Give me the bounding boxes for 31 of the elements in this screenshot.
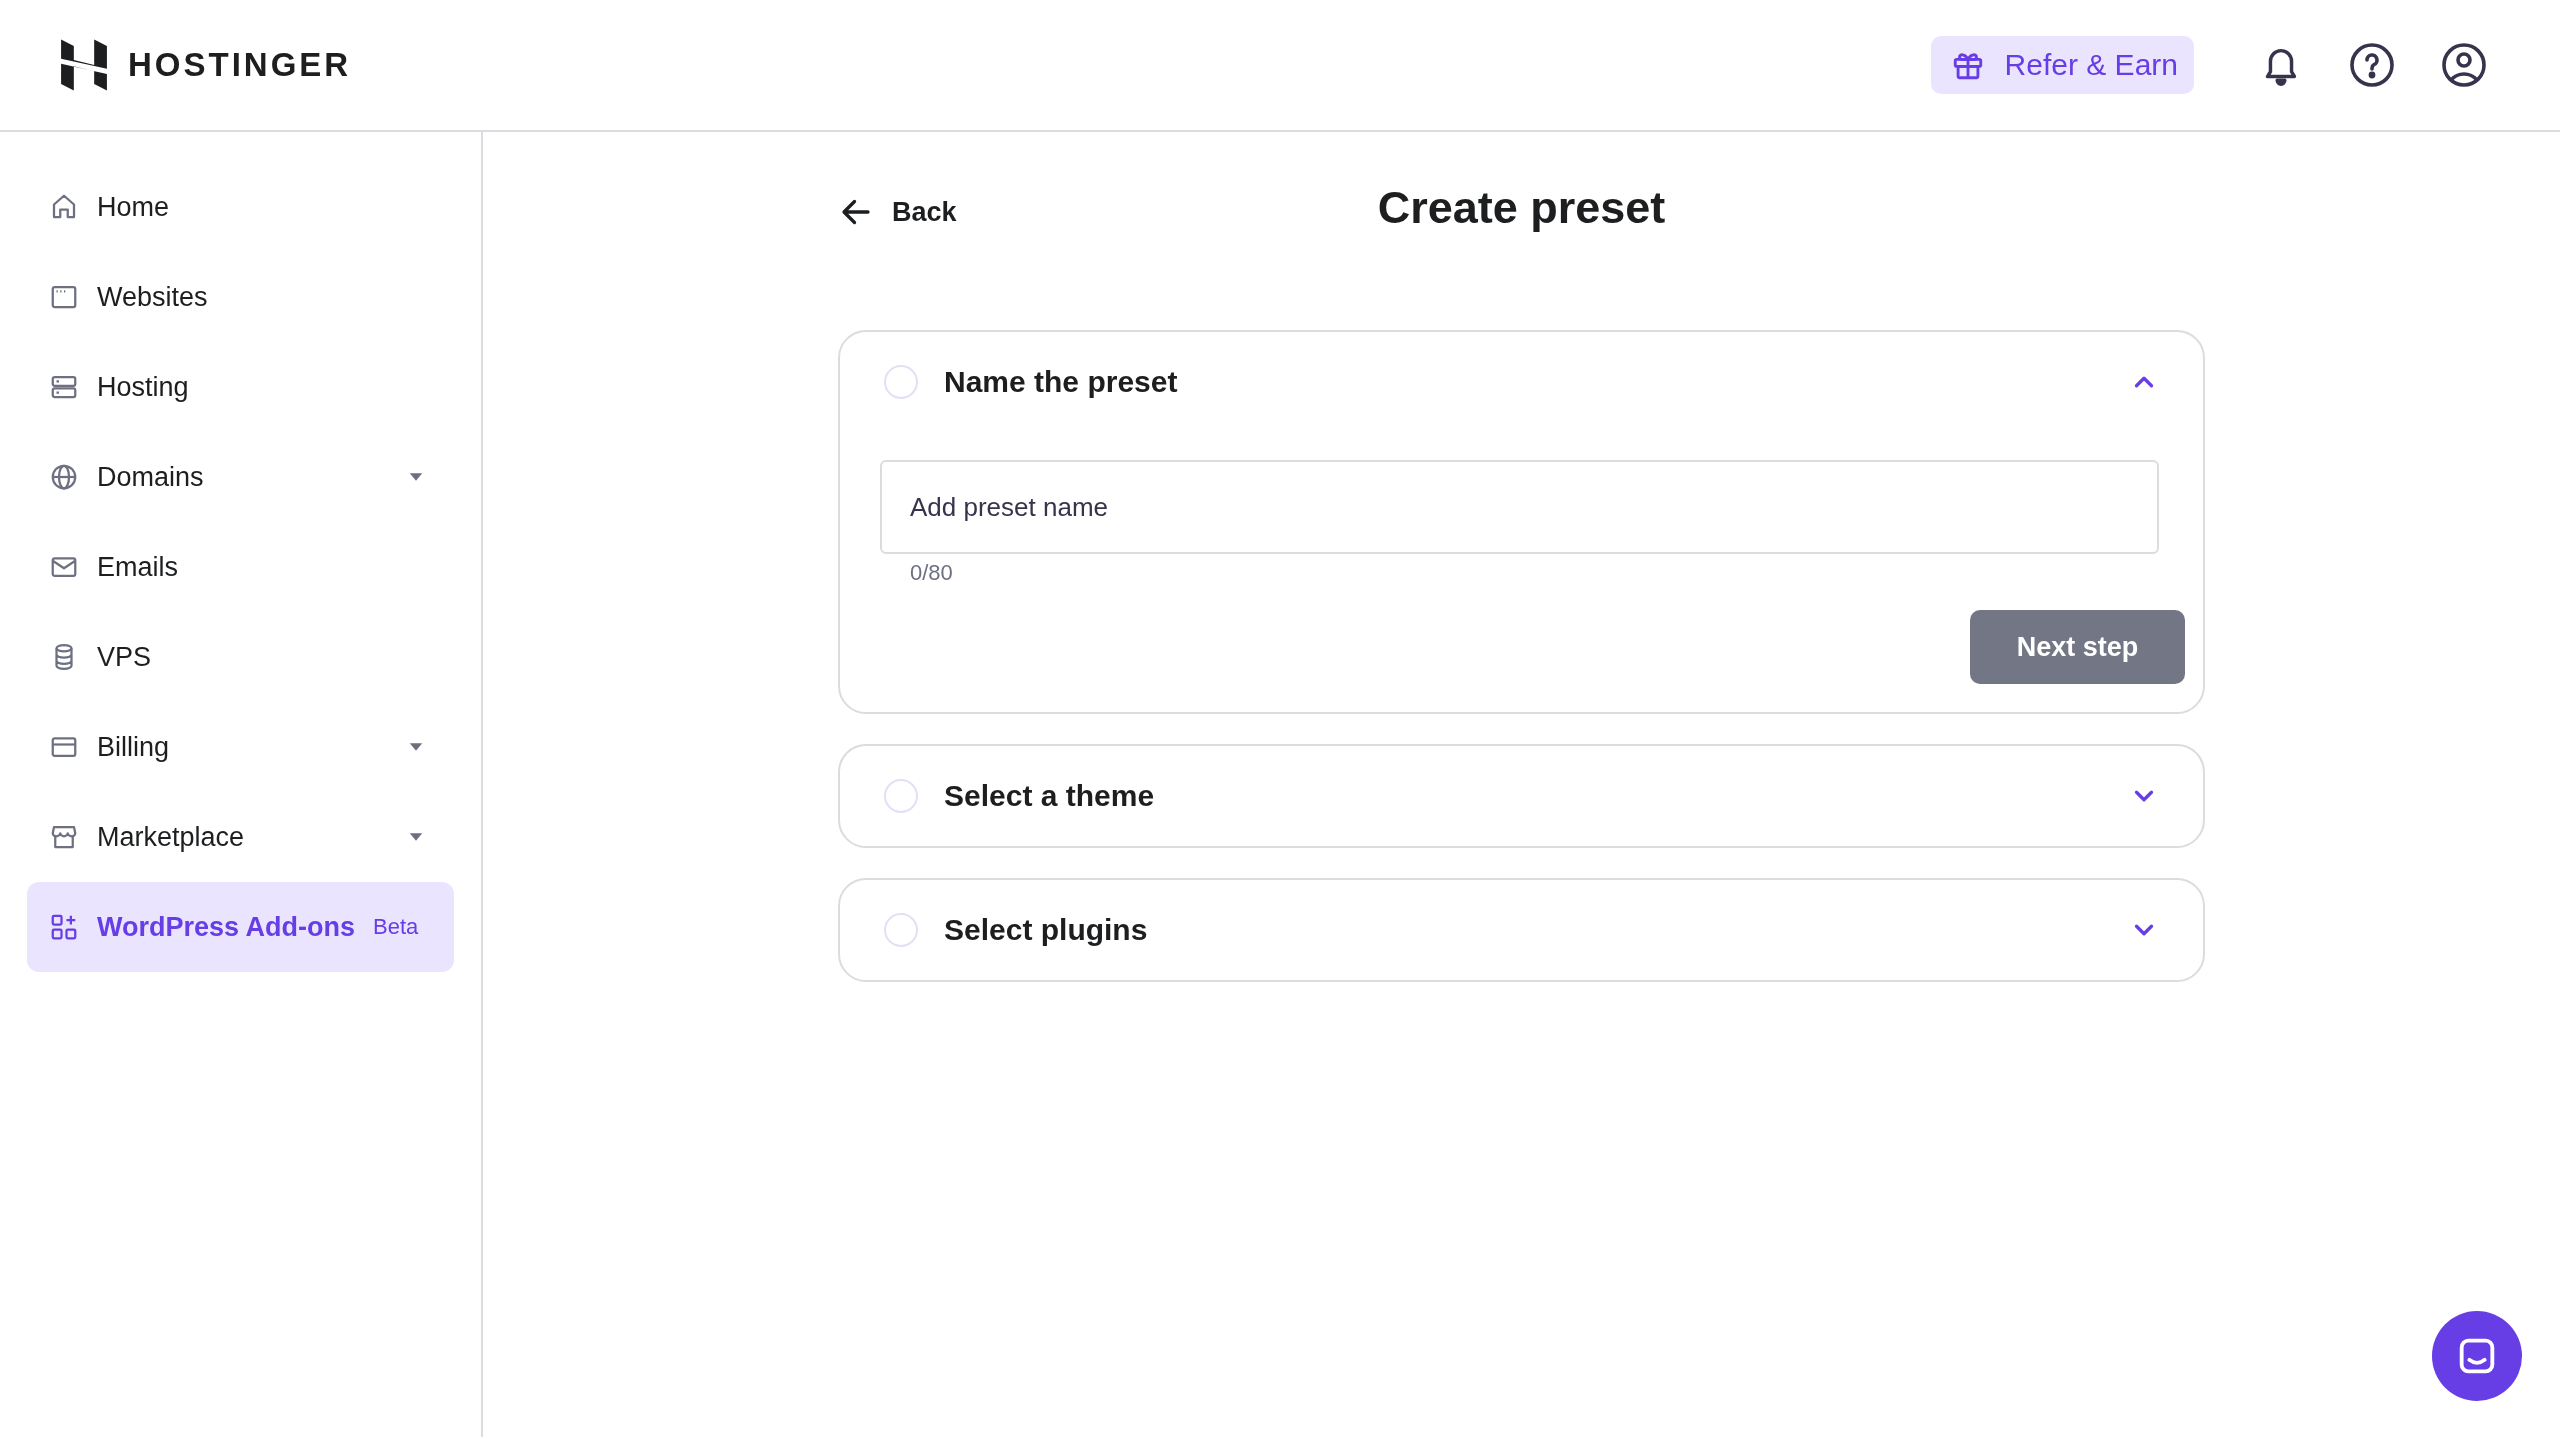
help-icon[interactable] (2348, 41, 2396, 89)
page-title: Create preset (1377, 182, 1666, 234)
caret-icon (408, 742, 424, 752)
sidebar-item[interactable]: Marketplace (27, 792, 454, 882)
sidebar-item[interactable]: Websites (27, 252, 454, 342)
refer-earn-button[interactable]: Refer & Earn (1930, 36, 2194, 94)
sidebar-item[interactable]: Hosting (27, 342, 454, 432)
caret-icon (408, 832, 424, 842)
sidebar-item[interactable]: Billing (27, 702, 454, 792)
sidebar-item[interactable]: VPS (27, 612, 454, 702)
grid-plus-icon (49, 912, 79, 942)
step-title: Name the preset (944, 365, 1178, 399)
sidebar-item[interactable]: WordPress Add-ons Beta (27, 882, 454, 972)
sidebar-item[interactable]: Domains (27, 432, 454, 522)
character-counter: 0/80 (909, 559, 954, 586)
sidebar-item[interactable]: Emails (27, 522, 454, 612)
globe-icon (49, 462, 79, 492)
step-title: Select plugins (944, 913, 1148, 947)
step-status-circle (884, 779, 918, 813)
account-icon[interactable] (2440, 41, 2488, 89)
back-link[interactable]: Back (838, 194, 957, 230)
preset-name-field[interactable]: Add preset name (880, 460, 2159, 554)
step-status-circle (884, 365, 918, 399)
next-step-button[interactable]: Next step (1970, 610, 2185, 684)
logo-text: HOSTINGER (128, 46, 352, 84)
step-title: Select a theme (944, 779, 1155, 813)
sidebar-item[interactable]: Home (27, 162, 454, 252)
logo-icon (58, 37, 110, 93)
step-status-circle (884, 913, 918, 947)
beta-label: Beta (373, 914, 419, 940)
caret-icon (408, 472, 424, 482)
